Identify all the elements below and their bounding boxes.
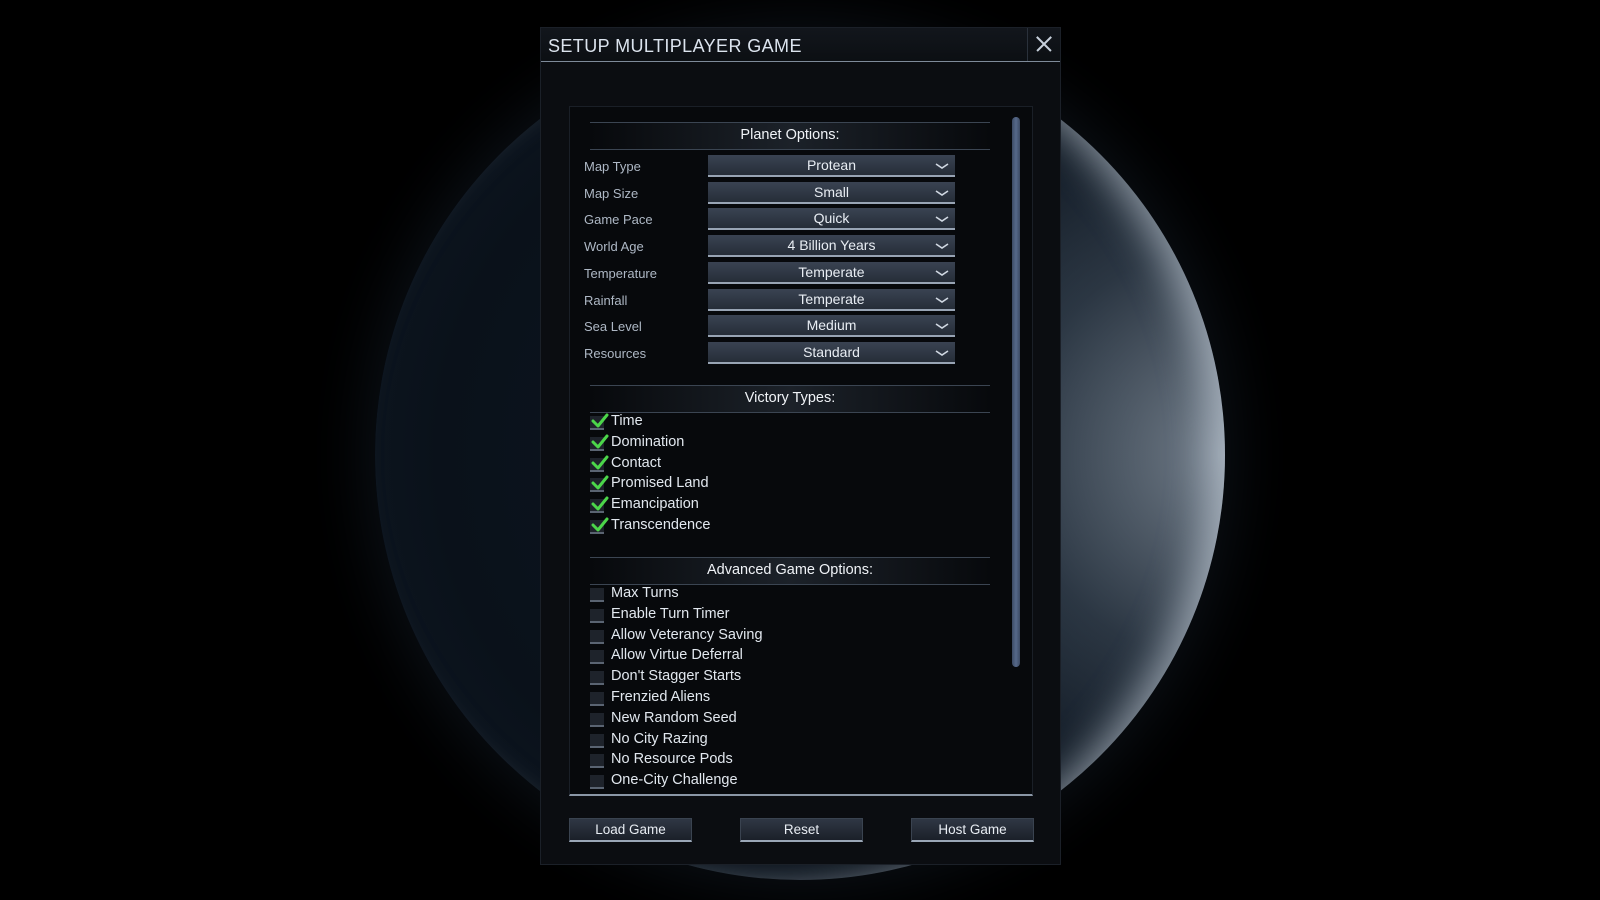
checkbox[interactable] — [590, 629, 604, 644]
checkbox-label: Transcendence — [611, 517, 711, 533]
dropdown-map-type[interactable]: Protean — [708, 155, 955, 177]
chevron-down-icon — [935, 318, 949, 330]
planet-options-header: Planet Options: — [590, 122, 990, 150]
checkbox[interactable] — [590, 712, 604, 727]
checkbox[interactable] — [590, 650, 604, 665]
option-label: Temperature — [584, 265, 657, 281]
host-game-button[interactable]: Host Game — [911, 818, 1034, 842]
load-game-button[interactable]: Load Game — [569, 818, 692, 842]
checkbox-label: One-City Challenge — [611, 772, 738, 789]
option-label: Sea Level — [584, 319, 642, 335]
dropdown-rainfall[interactable]: Temperate — [708, 288, 955, 311]
dropdown-sea-level[interactable]: Medium — [708, 315, 955, 338]
option-label: Map Size — [584, 185, 639, 201]
checkbox[interactable] — [590, 775, 604, 790]
checkbox-label: Allow Virtue Deferral — [611, 647, 743, 664]
checkbox-label: Time — [611, 413, 643, 429]
checkbox[interactable] — [590, 692, 604, 706]
dropdown-world-age[interactable]: 4 Billion Years — [708, 235, 955, 258]
option-label: Game Pace — [584, 212, 653, 228]
dialog-title: SETUP MULTIPLAYER GAME — [548, 36, 802, 56]
advanced-options-header: Advanced Game Options: — [590, 557, 990, 585]
checkbox[interactable] — [590, 608, 604, 623]
checkbox-label: Emancipation — [611, 496, 699, 513]
dropdown-resources[interactable]: Standard — [708, 341, 955, 364]
checkbox-label: Frenzied Aliens — [611, 689, 711, 705]
checkbox-label: Max Turns — [611, 585, 679, 601]
checkbox-label: Don't Stagger Starts — [611, 668, 742, 685]
checkbox-label: New Random Seed — [611, 709, 737, 726]
checkbox[interactable] — [590, 733, 604, 748]
checkmark-icon — [591, 433, 609, 451]
checkbox-label: Domination — [611, 433, 685, 450]
checkbox-label: No Resource Pods — [611, 751, 733, 768]
chevron-down-icon — [935, 238, 949, 250]
dropdown-value: Temperate — [798, 263, 865, 280]
chevron-down-icon — [935, 265, 949, 276]
scrollbar-thumb[interactable] — [1012, 117, 1020, 667]
dropdown-map-size[interactable]: Small — [708, 181, 955, 204]
checkbox-label: Enable Turn Timer — [611, 605, 730, 622]
checkmark-icon — [591, 454, 609, 472]
setup-multiplayer-dialog: SETUP MULTIPLAYER GAME Planet Options: Ma… — [540, 27, 1061, 865]
checkbox-label: Allow Veterancy Saving — [611, 626, 763, 643]
dropdown-value: Small — [813, 183, 849, 200]
checkmark-icon — [591, 412, 609, 430]
checkmark-icon — [591, 516, 609, 534]
chevron-down-icon — [935, 345, 949, 356]
checkmark-icon — [591, 474, 609, 492]
chevron-down-icon — [935, 211, 949, 223]
dialog-titlebar: SETUP MULTIPLAYER GAME — [541, 28, 1060, 62]
dropdown-value: 4 Billion Years — [787, 237, 876, 254]
chevron-down-icon — [935, 158, 949, 169]
option-label: Map Type — [584, 159, 641, 174]
dropdown-game-pace[interactable]: Quick — [708, 208, 955, 231]
option-label: Resources — [584, 345, 647, 361]
dropdown-value: Standard — [803, 343, 860, 360]
victory-types-header: Victory Types: — [590, 385, 990, 413]
close-icon[interactable] — [1027, 28, 1060, 61]
dropdown-value: Medium — [806, 317, 857, 334]
checkbox-label: Promised Land — [611, 475, 709, 492]
chevron-down-icon — [935, 292, 949, 303]
option-label: World Age — [584, 239, 644, 255]
reset-button[interactable]: Reset — [740, 818, 863, 842]
checkbox[interactable] — [590, 588, 604, 602]
dropdown-value: Protean — [806, 157, 857, 173]
chevron-down-icon — [935, 185, 949, 196]
dropdown-value: Quick — [813, 210, 850, 227]
checkbox[interactable] — [590, 754, 604, 769]
dropdown-value: Temperate — [798, 290, 865, 307]
checkbox[interactable] — [590, 671, 604, 686]
options-scroll-panel[interactable]: Planet Options: Map Type Protean Map Size Sm… — [569, 106, 1033, 796]
option-label: Rainfall — [584, 292, 628, 308]
dropdown-temperature[interactable]: Temperate — [708, 261, 955, 284]
checkbox-label: Contact — [611, 454, 661, 471]
checkbox-label: No City Razing — [611, 730, 708, 747]
checkmark-icon — [591, 495, 609, 513]
